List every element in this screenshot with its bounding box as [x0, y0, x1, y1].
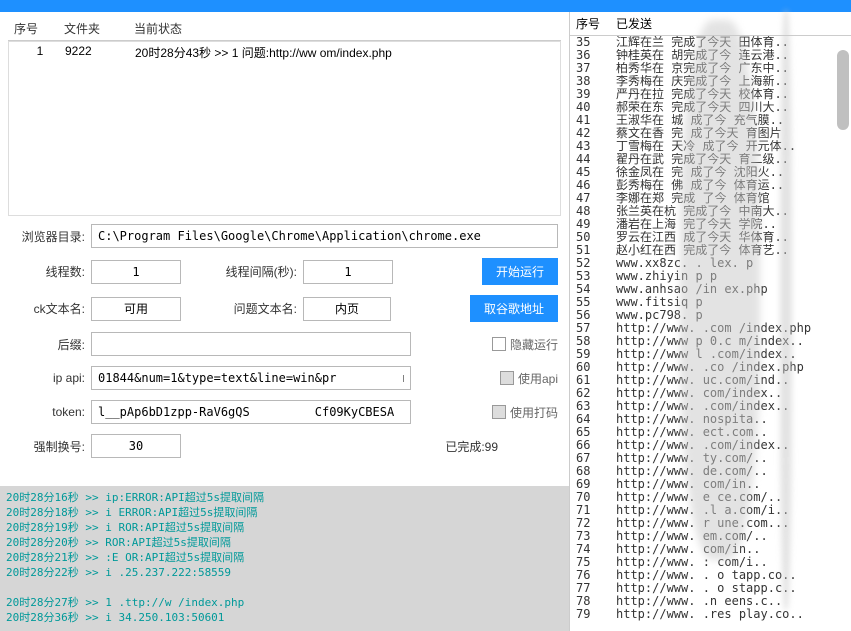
- usecode-checkbox-wrap[interactable]: 使用打码: [492, 404, 558, 421]
- force-input[interactable]: [91, 434, 181, 458]
- log-line: 20时28分19秒 >> i ROR:API超过5s提取间隔: [6, 520, 563, 535]
- cell-sent: http://www. . o tapp.co..: [616, 569, 845, 582]
- checkbox-icon: [492, 405, 506, 419]
- log-line: 20时28分27秒 >> 1 .ttp://w /index.php: [6, 595, 563, 610]
- log-panel: 20时28分16秒 >> ip:ERROR:API超过5s提取间隔20时28分1…: [0, 486, 569, 631]
- cell-no: 79: [576, 608, 616, 621]
- table-row[interactable]: 79http://www. .res play.co..: [570, 608, 851, 621]
- ipapi-label: ip api:: [11, 371, 85, 385]
- suffix-label: 后缀:: [11, 336, 85, 353]
- question-label: 问题文本名:: [223, 300, 297, 317]
- col-no: 序号: [8, 17, 58, 40]
- usecode-label: 使用打码: [510, 404, 558, 421]
- google-button[interactable]: 取谷歌地址: [470, 295, 558, 322]
- useapi-checkbox-wrap[interactable]: 使用api: [500, 370, 558, 387]
- browser-label: 浏览器目录:: [11, 228, 85, 245]
- checkbox-icon: [492, 337, 506, 351]
- left-panel: 序号 文件夹 当前状态 1 9222 20时28分43秒 >> 1 问题:htt…: [0, 12, 569, 631]
- table-row[interactable]: 78http://www. .n eens.c..: [570, 595, 851, 608]
- cell-status: 20时28分43秒 >> 1 问题:http://ww om/index.php: [135, 44, 554, 61]
- col-no: 序号: [576, 15, 616, 32]
- log-line: 20时28分36秒 >> i 34.250.103:50601: [6, 610, 563, 625]
- done-status: 已完成:99: [445, 438, 498, 455]
- token-input[interactable]: [91, 400, 411, 424]
- interval-label: 线程间隔(秒):: [223, 263, 297, 280]
- ipapi-input[interactable]: [91, 366, 411, 390]
- cell-sent: http://www. .res play.co..: [616, 608, 845, 621]
- interval-input[interactable]: [303, 260, 393, 284]
- cell-sent: http://www. . o stapp.c..: [616, 582, 845, 595]
- table-row[interactable]: 76http://www. . o tapp.co..: [570, 569, 851, 582]
- question-input[interactable]: [303, 297, 391, 321]
- cell-no: 1: [15, 44, 65, 61]
- log-line: 20时28分22秒 >> i .25.237.222:58559: [6, 565, 563, 580]
- left-table-body: 1 9222 20时28分43秒 >> 1 问题:http://ww om/in…: [8, 41, 561, 216]
- suffix-input[interactable]: [91, 332, 411, 356]
- checkbox-icon: [500, 371, 514, 385]
- table-row[interactable]: 77http://www. . o stapp.c..: [570, 582, 851, 595]
- log-line: [6, 625, 563, 631]
- cell-folder: 9222: [65, 44, 135, 61]
- col-status: 当前状态: [128, 17, 561, 40]
- log-line: 20时28分18秒 >> i ERROR:API超过5s提取间隔: [6, 505, 563, 520]
- ck-label: ck文本名:: [11, 300, 85, 317]
- left-table-header: 序号 文件夹 当前状态: [8, 17, 561, 41]
- blur-overlay: [680, 20, 760, 560]
- log-line: [6, 580, 563, 595]
- cell-sent: http://www. .n eens.c..: [616, 595, 845, 608]
- threads-label: 线程数:: [11, 263, 85, 280]
- useapi-label: 使用api: [518, 370, 558, 387]
- log-line: 20时28分21秒 >> :E OR:API超过5s提取间隔: [6, 550, 563, 565]
- log-line: 20时28分20秒 >> ROR:API超过5s提取间隔: [6, 535, 563, 550]
- hide-label: 隐藏运行: [510, 336, 558, 353]
- col-folder: 文件夹: [58, 17, 128, 40]
- window-topbar: [0, 0, 851, 12]
- threads-input[interactable]: [91, 260, 181, 284]
- start-button[interactable]: 开始运行: [482, 258, 558, 285]
- table-row[interactable]: 1 9222 20时28分43秒 >> 1 问题:http://ww om/in…: [9, 42, 560, 63]
- ck-input[interactable]: [91, 297, 181, 321]
- hide-checkbox-wrap[interactable]: 隐藏运行: [492, 336, 558, 353]
- log-line: 20时28分16秒 >> ip:ERROR:API超过5s提取间隔: [6, 490, 563, 505]
- force-label: 强制换号:: [11, 438, 85, 455]
- settings-form: 浏览器目录: 线程数: 线程间隔(秒): 开始运行 ck文本名: 问题文本名: …: [8, 216, 561, 476]
- browser-path-input[interactable]: [91, 224, 558, 248]
- blur-overlay: [780, 10, 792, 610]
- scrollbar[interactable]: [837, 50, 849, 130]
- token-label: token:: [11, 405, 85, 419]
